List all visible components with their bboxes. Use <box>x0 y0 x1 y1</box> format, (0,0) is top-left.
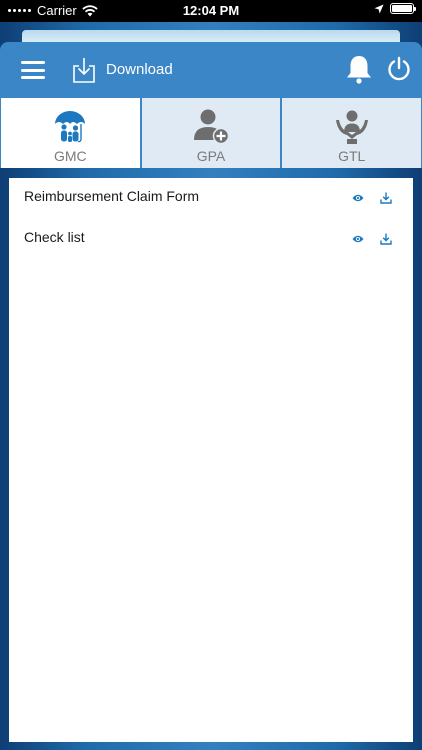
app-header: Download <box>0 42 422 98</box>
person-hands-icon <box>335 110 368 144</box>
tab-gtl[interactable]: GTL <box>282 98 422 168</box>
download-icon[interactable] <box>380 233 392 245</box>
eye-icon[interactable] <box>352 193 364 203</box>
document-title: Reimbursement Claim Form <box>24 188 200 204</box>
battery-icon <box>390 3 416 14</box>
status-time: 12:04 PM <box>182 3 240 18</box>
hamburger-icon[interactable] <box>21 61 45 79</box>
tab-gpa[interactable]: GPA <box>141 98 281 168</box>
tab-gmc[interactable]: GMC <box>1 98 140 168</box>
bell-icon[interactable] <box>345 54 373 84</box>
family-umbrella-icon <box>55 111 86 143</box>
download-icon[interactable] <box>380 192 392 204</box>
status-bar: Carrier 12:04 PM <box>0 0 422 22</box>
download-title: Download <box>106 61 173 78</box>
tab-gmc-label: GMC <box>54 148 87 164</box>
tab-gtl-label: GTL <box>338 148 366 164</box>
download-header-icon[interactable] <box>70 56 98 84</box>
power-icon[interactable] <box>386 56 412 82</box>
location-arrow-icon <box>374 4 384 13</box>
document-list: Reimbursement Claim Form Check list <box>9 178 413 742</box>
tab-bar: GMC GPA GTL <box>0 98 422 168</box>
list-item: Reimbursement Claim Form <box>9 178 413 219</box>
document-title: Check list <box>24 229 85 245</box>
list-item: Check list <box>9 219 413 260</box>
user-add-icon <box>194 109 230 145</box>
tab-gpa-label: GPA <box>196 148 226 164</box>
eye-icon[interactable] <box>352 234 364 244</box>
status-right-group <box>374 3 416 14</box>
bottom-edge <box>0 742 422 750</box>
